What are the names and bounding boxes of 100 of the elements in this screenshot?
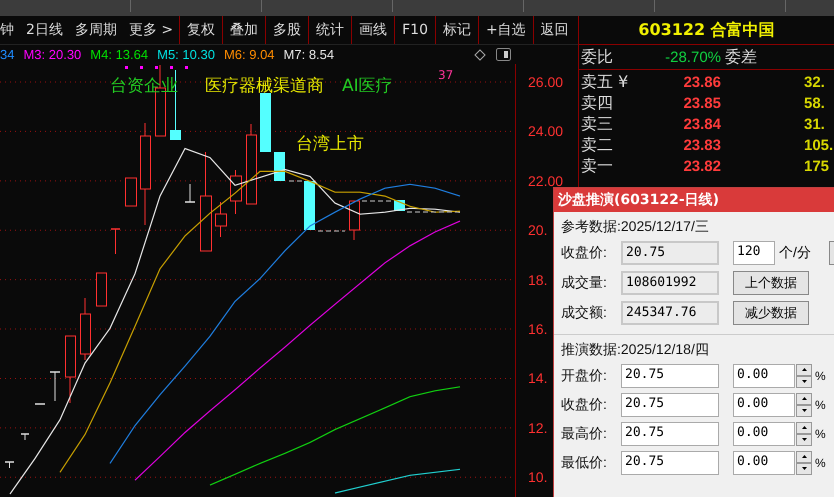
price-input[interactable]: 20.75 — [621, 450, 719, 474]
up-triangle-icon — [802, 368, 806, 371]
ask-label: 卖四 — [581, 93, 614, 114]
field-label: 成交量: — [561, 274, 608, 292]
toolbar-button[interactable]: 钟 — [0, 16, 20, 44]
percent-unit: % — [815, 398, 826, 412]
toolbar-button[interactable]: 多股 — [265, 16, 308, 44]
toolbar-button[interactable]: 复权 — [179, 16, 222, 44]
toolbar-button[interactable]: F10 — [394, 16, 435, 44]
toolbar-button[interactable]: 统计 — [308, 16, 352, 44]
percent-input[interactable]: 0.00 — [733, 364, 795, 388]
candlestick — [35, 403, 45, 405]
down-triangle-icon — [802, 380, 806, 383]
toolbar-button[interactable]: 2日线 — [20, 16, 69, 44]
chart-annotation: AI医疗 — [342, 75, 393, 97]
candlestick — [304, 180, 315, 230]
ask-label: 卖一 — [581, 156, 614, 177]
candlestick — [260, 92, 271, 152]
rate-unit: 个/分 — [779, 244, 811, 262]
forecast-date: 推演数据:2025/12/18/四 — [561, 340, 710, 359]
candlestick — [274, 152, 285, 182]
diamond-icon[interactable] — [474, 49, 486, 61]
chart-annotation: 37 — [438, 68, 454, 82]
price-input[interactable]: 20.75 — [621, 392, 719, 416]
price-label: 24.00 — [528, 123, 564, 140]
field-label: 成交额: — [561, 304, 608, 322]
field-label: 收盘价: — [561, 396, 608, 414]
down-triangle-icon — [802, 438, 806, 441]
readonly-field[interactable]: 245347.76 — [621, 301, 719, 325]
readonly-field[interactable]: 20.75 — [621, 241, 719, 265]
chart-annotation: 台湾上市 — [296, 133, 364, 155]
dialog-button[interactable]: 上个数据 — [733, 271, 809, 295]
panel-toggle-icon[interactable] — [496, 48, 511, 61]
ask-label: 卖三 — [581, 114, 614, 135]
spin-down-button[interactable] — [796, 434, 812, 446]
percent-unit: % — [815, 426, 826, 440]
indicator-value: M5: 10.30 — [157, 47, 215, 62]
price-label: 10. — [528, 469, 548, 486]
reference-date: 参考数据:2025/12/17/三 — [561, 217, 710, 236]
candlestick — [50, 371, 60, 402]
indicator-value: M6: 9.04 — [224, 47, 275, 62]
candlestick — [230, 170, 242, 214]
percent-input[interactable]: 0.00 — [733, 422, 795, 446]
dialog-button[interactable]: 减少数据 — [733, 301, 809, 325]
ask-price: 23.82 — [682, 158, 721, 175]
spin-up-button[interactable] — [796, 364, 812, 376]
toolbar-button[interactable]: 画线 — [351, 16, 394, 44]
spin-down-button[interactable] — [796, 462, 812, 474]
up-triangle-icon — [802, 426, 806, 429]
toolbar-button[interactable]: 叠加 — [222, 16, 266, 44]
toolbar-button[interactable]: +自选 — [478, 16, 533, 44]
price-input[interactable]: 20.75 — [621, 422, 719, 446]
percent-input[interactable]: 0.00 — [733, 450, 795, 474]
field-label: 最高价: — [561, 424, 608, 442]
ask-price: 23.84 — [682, 116, 721, 133]
toolbar-button[interactable]: 标记 — [434, 16, 478, 44]
toolbar-button[interactable]: 多周期 — [68, 16, 123, 44]
candlestick — [349, 200, 360, 240]
readonly-field[interactable]: 108601992 — [621, 271, 719, 295]
toolbar-button[interactable]: 更多 > — [122, 16, 180, 44]
price-label: 26.00 — [528, 74, 564, 90]
spin-up-button[interactable] — [796, 392, 812, 404]
ask-volume: 105. — [804, 137, 834, 154]
indicator-value: 34 — [0, 47, 14, 62]
field-label: 收盘价: — [561, 244, 608, 262]
up-triangle-icon — [802, 455, 806, 458]
ratio-label: 委比 — [581, 46, 613, 68]
price-label: 16. — [528, 321, 548, 338]
price-label: 22.00 — [528, 172, 564, 189]
spin-down-button[interactable] — [796, 376, 812, 388]
dotted-marker-drawing — [125, 66, 188, 69]
spin-up-button[interactable] — [796, 450, 812, 462]
candlestick — [80, 298, 91, 360]
toolbar-button[interactable]: 返回 — [532, 16, 576, 44]
ask-volume: 32. — [804, 74, 826, 91]
percent-input[interactable]: 0.00 — [733, 392, 795, 416]
field-label: 最低价: — [561, 454, 608, 472]
ask-price: 23.86 — [682, 74, 721, 91]
ratio-value: -28.70% — [664, 48, 722, 66]
down-triangle-icon — [802, 467, 806, 470]
stock-title: 603122 合富中国 — [638, 20, 775, 40]
down-triangle-icon — [802, 409, 806, 412]
diff-label: 委差 — [725, 46, 757, 68]
spin-down-button[interactable] — [796, 404, 812, 416]
price-label: 12. — [528, 420, 548, 436]
price-label: 20. — [528, 222, 548, 238]
percent-unit: % — [815, 456, 826, 470]
indicator-value: M4: 13.64 — [90, 47, 148, 62]
ask-price: 23.83 — [682, 137, 721, 154]
candlestick — [125, 178, 137, 206]
ask-label: 卖五 ¥ — [581, 72, 630, 93]
price-input[interactable]: 20.75 — [621, 364, 719, 388]
ask-volume: 31. — [804, 116, 826, 133]
rate-input[interactable]: 120 — [733, 241, 775, 265]
up-triangle-icon — [802, 397, 806, 400]
indicator-value: M3: 20.30 — [23, 47, 82, 62]
candlestick — [21, 433, 29, 440]
candlestick — [96, 272, 107, 306]
chart-annotation: 医疗器械渠道商 — [205, 75, 324, 97]
spin-up-button[interactable] — [796, 422, 812, 434]
